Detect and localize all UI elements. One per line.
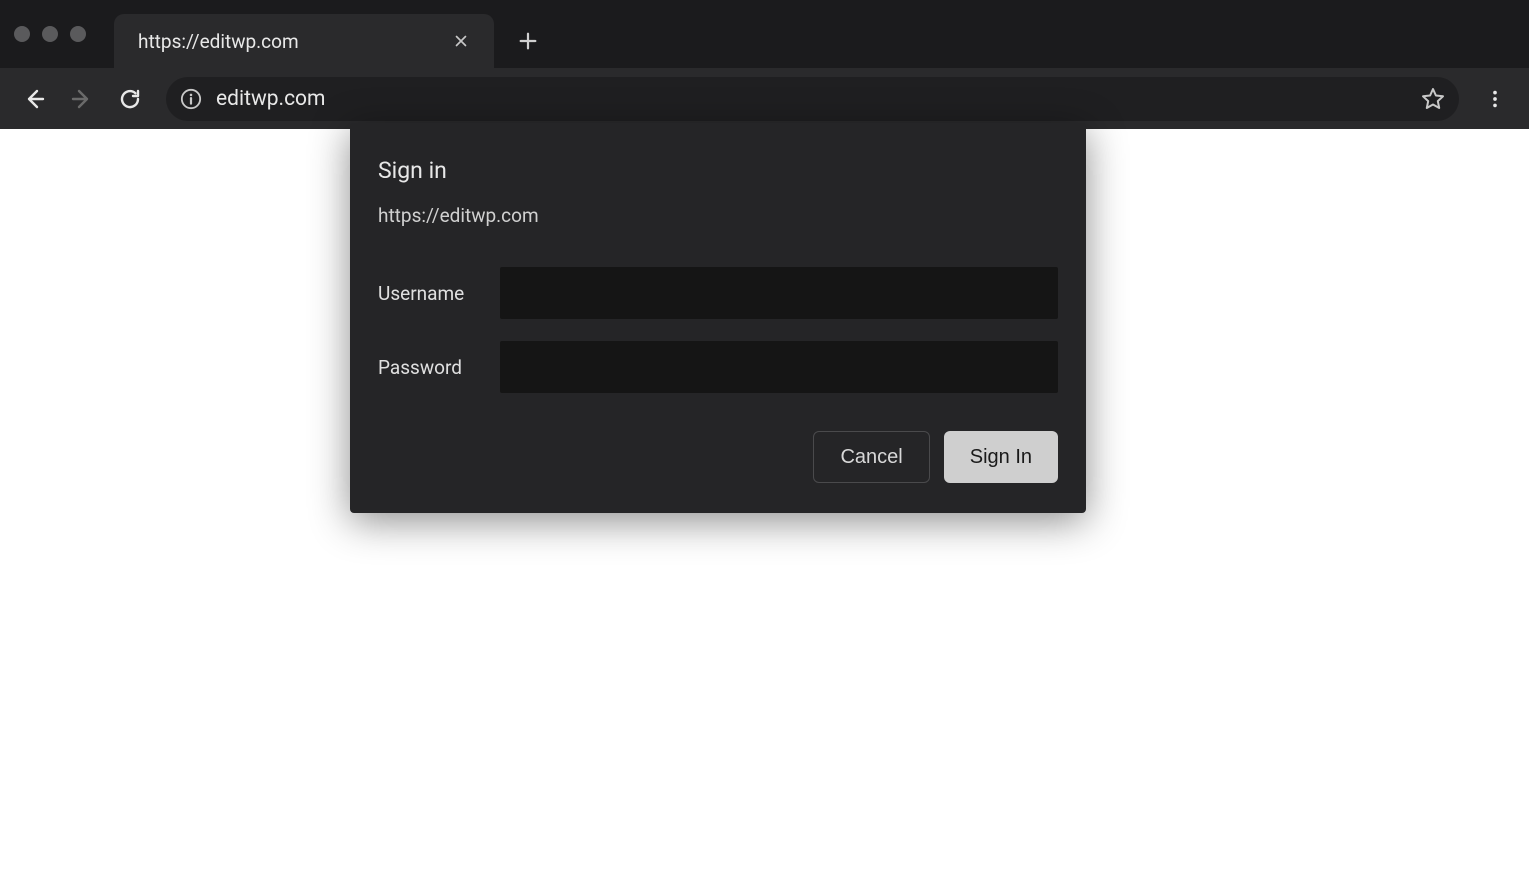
dialog-origin: https://editwp.com: [378, 204, 1058, 227]
password-row: Password: [378, 341, 1058, 393]
address-bar[interactable]: editwp.com: [166, 77, 1459, 121]
minimize-window-button[interactable]: [42, 26, 58, 42]
new-tab-button[interactable]: [502, 15, 554, 67]
username-label: Username: [378, 282, 500, 305]
sign-in-button[interactable]: Sign In: [944, 431, 1058, 483]
username-row: Username: [378, 267, 1058, 319]
forward-button[interactable]: [60, 77, 104, 121]
toolbar: editwp.com: [0, 68, 1529, 129]
tab-title: https://editwp.com: [138, 30, 299, 53]
back-button[interactable]: [12, 77, 56, 121]
close-tab-icon[interactable]: [448, 28, 474, 54]
bookmark-star-icon[interactable]: [1421, 87, 1445, 111]
titlebar: https://editwp.com: [0, 0, 1529, 68]
address-bar-url-text: editwp.com: [216, 87, 1407, 111]
password-input[interactable]: [500, 341, 1058, 393]
tab-strip: https://editwp.com: [114, 0, 554, 68]
password-label: Password: [378, 356, 500, 379]
dialog-title: Sign in: [378, 157, 1058, 184]
username-input[interactable]: [500, 267, 1058, 319]
browser-chrome: https://editwp.com editwp.com: [0, 0, 1529, 129]
browser-menu-button[interactable]: [1473, 77, 1517, 121]
reload-button[interactable]: [108, 77, 152, 121]
browser-tab[interactable]: https://editwp.com: [114, 14, 494, 68]
info-icon[interactable]: [180, 88, 202, 110]
dialog-button-row: Cancel Sign In: [378, 431, 1058, 483]
maximize-window-button[interactable]: [70, 26, 86, 42]
close-window-button[interactable]: [14, 26, 30, 42]
cancel-button[interactable]: Cancel: [813, 431, 929, 483]
window-controls: [14, 26, 86, 42]
http-auth-dialog: Sign in https://editwp.com Username Pass…: [350, 123, 1086, 513]
